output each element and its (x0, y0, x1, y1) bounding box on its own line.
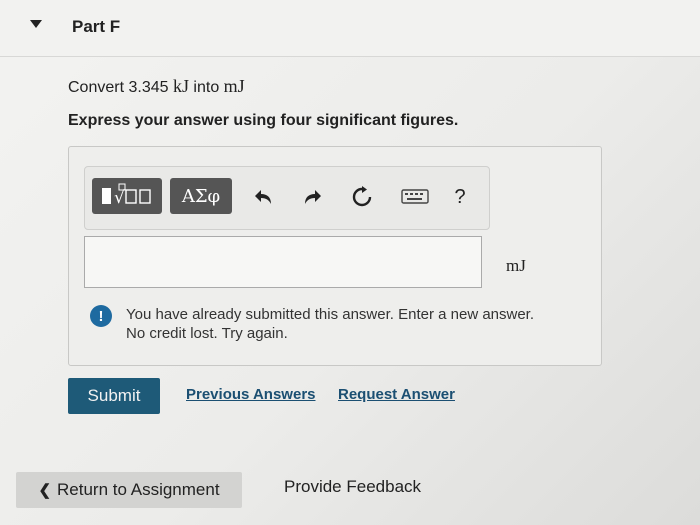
collapse-arrow-icon[interactable] (30, 20, 42, 28)
keyboard-button[interactable] (400, 186, 430, 212)
part-title: Part F (72, 17, 121, 36)
request-answer-link[interactable]: Request Answer (338, 386, 455, 403)
alert-line-1: You have already submitted this answer. … (126, 306, 535, 323)
alert-message: You have already submitted this answer. … (126, 305, 586, 343)
submit-button[interactable]: Submit (68, 378, 160, 414)
answer-unit-label: mJ (506, 256, 526, 275)
chevron-left-icon: ❮ (38, 482, 52, 499)
templates-icon: √ (102, 183, 151, 208)
redo-button[interactable] (300, 186, 324, 214)
previous-answers-link[interactable]: Previous Answers (186, 386, 316, 403)
templates-button[interactable]: √ (92, 178, 162, 214)
undo-icon (255, 190, 271, 204)
alert-line-2: No credit lost. Try again. (126, 325, 288, 342)
prompt-middle: into (188, 79, 224, 96)
page: Part F Convert 3.345 kJ into mJ Express … (0, 0, 700, 525)
instruction-text: Express your answer using four significa… (68, 112, 459, 129)
return-to-assignment-button[interactable]: ❮ Return to Assignment (16, 472, 242, 508)
alert-icon: ! (90, 305, 112, 327)
answer-input[interactable] (84, 236, 482, 288)
undo-button[interactable] (252, 186, 276, 214)
prompt-to-unit: mJ (223, 76, 245, 96)
question-prompt: Convert 3.345 kJ into mJ (68, 76, 245, 97)
part-header[interactable]: Part F (0, 0, 700, 57)
svg-text:√: √ (114, 188, 125, 208)
reset-button[interactable] (350, 186, 374, 214)
prompt-prefix: Convert 3.345 (68, 79, 173, 96)
reset-icon (352, 186, 372, 207)
greek-symbols-button[interactable]: ΑΣφ (170, 178, 232, 214)
provide-feedback-link[interactable]: Provide Feedback (284, 477, 421, 497)
redo-icon (305, 190, 321, 204)
keyboard-icon (401, 189, 429, 204)
prompt-from-unit: kJ (172, 76, 189, 96)
help-button[interactable]: ? (448, 186, 472, 209)
return-label: Return to Assignment (57, 480, 220, 499)
